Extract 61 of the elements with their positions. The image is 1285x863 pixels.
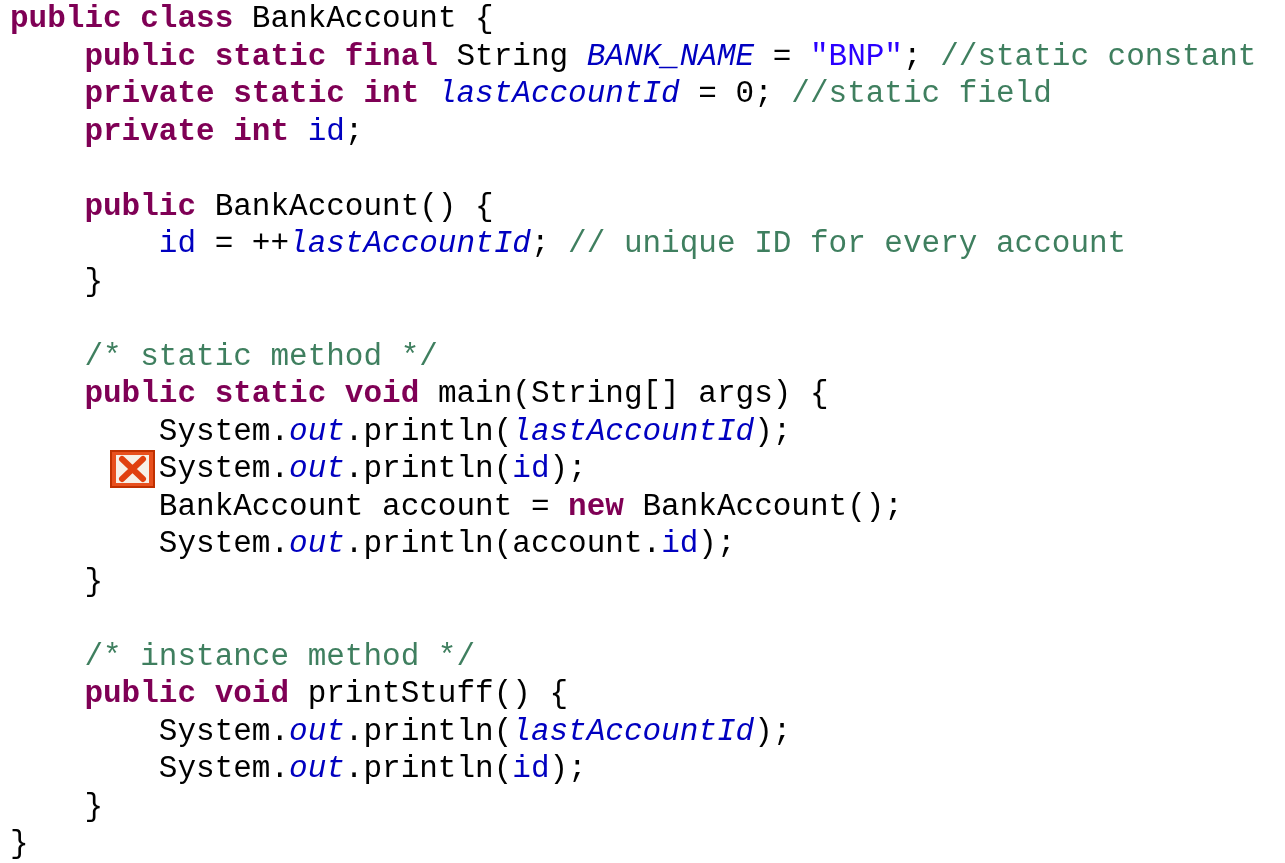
comment: /* instance method */ [83,638,476,674]
code-text: .println( [344,413,513,449]
static-field-name: lastAccountId [289,226,531,261]
code-text: main(String[] args) { [436,376,829,411]
code-text: .println( [344,751,513,786]
field-name: id [512,751,550,786]
code-text: BankAccount { [250,1,494,36]
keyword: public class [10,1,234,36]
keyword: public [83,188,197,224]
code-text: BankAccount() { [213,188,494,224]
code-text: String [455,38,570,74]
keyword: private int [83,113,290,149]
comment: // unique ID for every account [568,226,1127,261]
code-text: } [83,788,103,824]
code-text: System. [157,751,290,786]
code-text: .println(account. [344,526,662,561]
static-field-name: out [289,751,345,786]
code-text: .println( [344,451,513,486]
field-name: id [157,226,197,261]
static-field-name: out [289,713,345,749]
code-text: System. [157,526,290,561]
static-field-name: BANK_NAME [586,38,755,74]
code-text: BankAccount account = [157,488,551,524]
code-text: } [83,563,103,599]
code-text: printStuff() { [306,676,569,711]
code-text: } [83,263,103,299]
keyword: public void [83,676,290,711]
code-text: System. [157,713,290,749]
code-text: ); [754,413,792,449]
code-text: ); [549,751,587,786]
code-text: = 0; [697,76,774,111]
code-text: = [771,38,793,74]
code-text: ; [902,38,923,74]
code-text: = ++ [213,226,290,261]
static-field-name: out [289,413,345,449]
code-text: .println( [344,713,513,749]
static-field-name: out [289,526,345,561]
keyword: new [568,488,624,524]
comment: //static field [791,76,1052,111]
code-text: } [10,826,29,861]
code-text: ); [698,526,736,561]
keyword: private static int [83,76,420,111]
code-text: ); [549,451,587,486]
code-text: BankAccount(); [641,488,903,524]
keyword: public static final [83,38,438,74]
code-text: System. [157,413,290,449]
comment: //static constant [940,38,1257,74]
field-name: id [661,526,699,561]
comment: /* static method */ [83,338,438,374]
code-text: ; [344,113,364,149]
code-text: ); [754,713,792,749]
keyword: public static void [83,376,420,411]
code-text: System. [157,451,290,486]
field-name: id [512,451,550,486]
string-literal: "BNP" [809,38,903,74]
static-field-name: lastAccountId [512,713,755,749]
code-text: ; [530,226,551,261]
static-field-name: lastAccountId [512,413,755,449]
static-field-name: lastAccountId [436,76,680,111]
field-name: id [306,113,345,149]
static-field-name: out [289,451,345,486]
